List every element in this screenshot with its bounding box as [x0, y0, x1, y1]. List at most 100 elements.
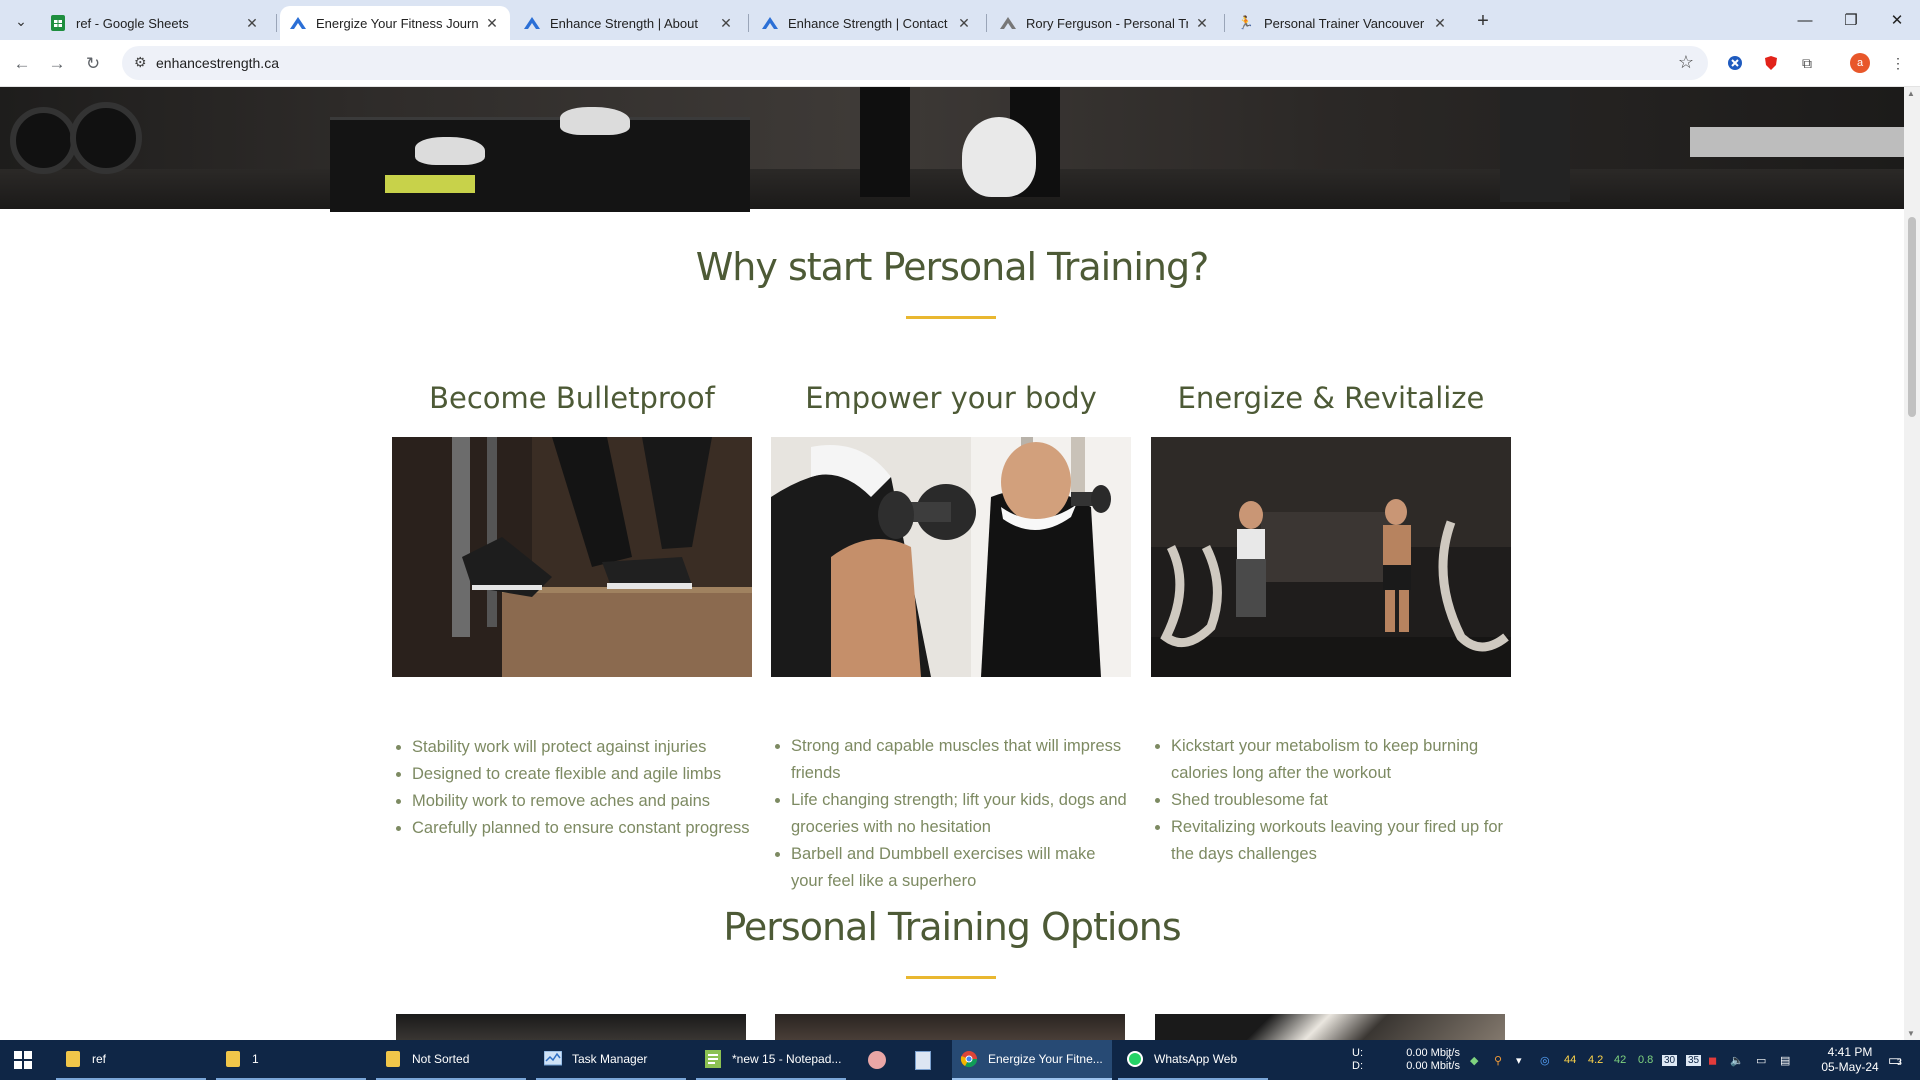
forward-arrow-icon[interactable]: →	[43, 50, 71, 78]
tray-app-green-icon[interactable]: ◆	[1470, 1040, 1486, 1080]
list-item: Revitalizing workouts leaving your fired…	[1171, 814, 1511, 868]
enhance-logo-icon	[762, 15, 778, 31]
close-tab-icon[interactable]: ✕	[1194, 15, 1210, 32]
close-tab-icon[interactable]: ✕	[718, 15, 734, 32]
tray-badge-1[interactable]: 30	[1662, 1040, 1680, 1080]
scrollbar-thumb[interactable]	[1908, 217, 1916, 417]
taskbar-item-notepad[interactable]: *new 15 - Notepad...	[696, 1040, 846, 1080]
windows-logo-icon	[14, 1051, 32, 1069]
extension-blue-icon[interactable]	[1725, 53, 1745, 73]
tab-title: ref - Google Sheets	[76, 15, 189, 31]
notification-center-icon[interactable]: ▭ 3	[1880, 1040, 1910, 1080]
title-underline	[906, 316, 996, 319]
close-tab-icon[interactable]: ✕	[956, 15, 972, 32]
close-window-icon[interactable]: ✕	[1874, 0, 1920, 40]
taskbar-item-1[interactable]: 1	[216, 1040, 366, 1080]
column-empower: Empower your body Strong and c	[771, 381, 1131, 890]
option-card-image[interactable]	[775, 1014, 1125, 1040]
tab-google-sheets[interactable]: ref - Google Sheets ✕	[40, 6, 270, 40]
task-manager-icon	[544, 1050, 562, 1068]
tray-stat-1: 44	[1564, 1054, 1577, 1066]
list-item: Mobility work to remove aches and pains	[412, 788, 752, 815]
tab-separator	[276, 14, 277, 32]
tray-antivirus-icon[interactable]: ◼	[1708, 1040, 1724, 1080]
hero-gym-image	[0, 87, 1904, 212]
tray-vpn-icon[interactable]: ▾	[1516, 1040, 1532, 1080]
close-tab-icon[interactable]: ✕	[244, 15, 260, 32]
taskbar-pinned-notes[interactable]	[906, 1040, 942, 1080]
folder-icon	[384, 1050, 402, 1068]
tray-badge-2[interactable]: 35	[1686, 1040, 1704, 1080]
dumbbell-curl-photo	[771, 437, 1131, 677]
scroll-down-arrow-icon[interactable]: ▼	[1907, 1029, 1915, 1038]
browser-menu-icon[interactable]: ⋮	[1888, 53, 1908, 73]
back-arrow-icon[interactable]: ←	[8, 50, 36, 78]
net-meter-labels: U: D:	[1352, 1047, 1363, 1072]
tab-rory-ferguson[interactable]: Rory Ferguson - Personal Trainin ✕	[990, 6, 1220, 40]
tab-contact[interactable]: Enhance Strength | Contact ✕	[752, 6, 982, 40]
whatsapp-icon	[1126, 1050, 1144, 1068]
site-info-icon[interactable]: ⚙	[134, 54, 147, 71]
taskbar-item-whatsapp[interactable]: WhatsApp Web	[1118, 1040, 1268, 1080]
list-item: Stability work will protect against inju…	[412, 734, 752, 761]
new-tab-plus-icon[interactable]: +	[1470, 8, 1496, 34]
taskbar-pinned-app[interactable]	[860, 1040, 896, 1080]
notes-icon	[914, 1050, 932, 1070]
scroll-up-arrow-icon[interactable]: ▲	[1907, 89, 1915, 98]
cat-face-icon	[868, 1051, 886, 1069]
tab-separator	[1224, 14, 1225, 32]
network-icon[interactable]: ▤	[1780, 1040, 1798, 1080]
profile-avatar[interactable]: a	[1850, 53, 1870, 73]
tray-globe-icon[interactable]: ◎	[1540, 1040, 1556, 1080]
show-hidden-icons-chevron-icon[interactable]: ^	[1446, 1040, 1460, 1080]
option-card-image[interactable]	[396, 1014, 746, 1040]
taskbar-label: ref	[92, 1052, 107, 1066]
close-tab-icon[interactable]: ✕	[484, 15, 500, 32]
volume-icon[interactable]: 🔈	[1730, 1040, 1746, 1080]
taskbar-item-not-sorted[interactable]: Not Sorted	[376, 1040, 526, 1080]
taskbar-item-chrome[interactable]: Energize Your Fitne...	[952, 1040, 1112, 1080]
benefit-list: Stability work will protect against inju…	[392, 734, 752, 842]
tab-personal-trainer-vancouver[interactable]: 🏃 Personal Trainer Vancouver | We ✕	[1228, 6, 1458, 40]
list-item: Barbell and Dumbbell exercises will make…	[791, 841, 1131, 895]
list-item: Shed troublesome fat	[1171, 787, 1511, 814]
tray-stat-2: 4.2	[1588, 1054, 1604, 1066]
tab-about[interactable]: Enhance Strength | About ✕	[514, 6, 744, 40]
title-underline	[906, 976, 996, 979]
option-card-image[interactable]	[1155, 1014, 1505, 1040]
tab-search-dropdown-icon[interactable]: ⌄	[10, 10, 32, 32]
kettlebell	[962, 117, 1036, 197]
address-bar[interactable]: ⚙ enhancestrength.ca ☆	[122, 46, 1708, 80]
benefit-list: Kickstart your metabolism to keep burnin…	[1151, 733, 1511, 868]
minimize-icon[interactable]: —	[1782, 0, 1828, 40]
taskbar-label: WhatsApp Web	[1154, 1052, 1238, 1066]
windows-taskbar: ref 1 Not Sorted Task Manager *new 15 - …	[0, 1040, 1920, 1080]
why-section-title: Why start Personal Training?	[695, 245, 1210, 289]
folder-icon	[224, 1050, 242, 1068]
taskbar-label: Task Manager	[572, 1052, 648, 1066]
reload-icon[interactable]: ↻	[79, 50, 107, 78]
tray-stat-3: 42	[1614, 1054, 1627, 1066]
benefit-list: Strong and capable muscles that will imp…	[771, 733, 1131, 895]
restore-icon[interactable]: ❐	[1828, 0, 1874, 40]
taskbar-item-task-manager[interactable]: Task Manager	[536, 1040, 686, 1080]
extensions-puzzle-icon[interactable]: ⧉	[1797, 53, 1817, 73]
bookmark-star-icon[interactable]: ☆	[1678, 52, 1694, 73]
column-energize: Energize & Revitalize Kickstart your me	[1151, 381, 1511, 863]
enhance-logo-icon	[524, 15, 540, 31]
url-text: enhancestrength.ca	[156, 55, 279, 71]
tray-search-icon[interactable]: ⚲	[1494, 1040, 1510, 1080]
page-viewport: Why start Personal Training? Become Bull…	[0, 87, 1904, 1040]
enhance-logo-icon	[1000, 15, 1016, 31]
extension-shield-icon[interactable]	[1761, 53, 1781, 73]
list-item: Strong and capable muscles that will imp…	[791, 733, 1131, 787]
close-tab-icon[interactable]: ✕	[1432, 15, 1448, 32]
battery-icon[interactable]: ▭	[1756, 1040, 1774, 1080]
start-button[interactable]	[6, 1040, 46, 1080]
column-bulletproof: Become Bulletproof Stability work will p…	[392, 381, 752, 837]
page-scrollbar[interactable]: ▲ ▼	[1904, 87, 1920, 1040]
taskbar-item-ref[interactable]: ref	[56, 1040, 206, 1080]
tab-energize-active[interactable]: Energize Your Fitness Journey w ✕	[280, 6, 510, 40]
column-heading: Empower your body	[805, 381, 1097, 415]
options-section-title: Personal Training Options	[723, 905, 1181, 949]
